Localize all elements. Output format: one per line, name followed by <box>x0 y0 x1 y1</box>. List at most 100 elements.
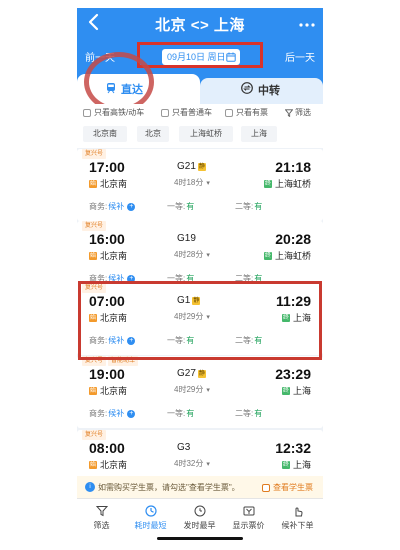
seat-status: 候补 <box>108 202 125 211</box>
duration[interactable]: 4时29分 ▾ <box>174 384 210 395</box>
add-waitlist-icon[interactable]: + <box>127 274 136 283</box>
date-row: 前一天 09月10日 周日 后一天 <box>77 42 323 70</box>
seat-class-label: 一等: <box>167 202 186 211</box>
station-chip[interactable]: 上海虹桥 <box>179 126 233 142</box>
arrival-time: 20:28 <box>275 231 311 247</box>
seat-status: 有 <box>254 409 263 418</box>
duration[interactable]: 4时18分 ▾ <box>174 177 210 188</box>
filter-normal-only-label: 只看普通车 <box>172 108 212 117</box>
bottom-waitlist[interactable]: 候补下单 <box>273 505 322 531</box>
departure-time: 08:00 <box>89 440 125 456</box>
arrival-time: 12:32 <box>275 440 311 456</box>
seat-status: 候补 <box>108 336 125 345</box>
add-waitlist-icon[interactable]: + <box>127 202 136 211</box>
arrival-station: 终上海虹桥 <box>263 177 311 190</box>
train-number: G21 静 <box>177 161 206 172</box>
student-ticket-label: 查看学生票 <box>273 483 313 492</box>
train-badge: 复兴号 <box>82 356 107 366</box>
arrival-station-name: 上海 <box>292 386 311 396</box>
seat-status: 有 <box>254 202 263 211</box>
quiet-car-tag: 静 <box>197 162 206 171</box>
departure-time: 17:00 <box>89 159 125 175</box>
badge-row: 复兴号 智能动车 <box>82 356 140 366</box>
badge-row: 复兴号 <box>82 221 108 231</box>
seat-class-label: 一等: <box>167 409 186 418</box>
filter-button[interactable]: 筛选 <box>285 107 311 118</box>
bottom-shortest[interactable]: 耗时最短 <box>126 505 175 531</box>
duration-label: 4时29分 <box>174 312 204 321</box>
station-chip[interactable]: 北京 <box>137 126 169 142</box>
seat-availability: 商务: 候补 + 一等: 有二等: 有 <box>89 335 313 347</box>
start-station-icon: 始 <box>89 460 97 469</box>
transfer-icon <box>241 82 253 94</box>
student-ticket-checkbox[interactable]: 查看学生票 <box>262 482 313 493</box>
departure-station-name: 北京南 <box>100 386 128 396</box>
departure-time: 07:00 <box>89 293 125 309</box>
prev-day-button[interactable]: 前一天 <box>85 49 115 64</box>
next-day-button[interactable]: 后一天 <box>285 49 315 64</box>
caret-down-icon: ▾ <box>206 251 210 259</box>
duration[interactable]: 4时32分 ▾ <box>174 458 210 469</box>
station-chips: 北京南 北京 上海虹桥 上海 <box>77 122 323 148</box>
seat-class: 二等: 有 <box>235 408 262 419</box>
start-station-icon: 始 <box>89 179 97 188</box>
caret-down-icon: ▾ <box>206 460 210 468</box>
quiet-car-tag: 静 <box>192 296 201 305</box>
checkbox <box>83 108 91 117</box>
caret-down-icon: ▾ <box>206 179 210 187</box>
duration-label: 4时29分 <box>174 385 204 394</box>
calendar-icon <box>226 52 236 62</box>
more-dots-icon <box>299 23 315 27</box>
bottom-price[interactable]: 显示票价 <box>224 505 273 531</box>
departure-station-name: 北京南 <box>100 460 128 470</box>
tab-transfer[interactable]: 中转 <box>200 78 323 104</box>
tab-transfer-label: 中转 <box>258 85 280 97</box>
duration[interactable]: 4时29分 ▾ <box>174 311 210 322</box>
departure-station-name: 北京南 <box>100 179 128 189</box>
station-chip[interactable]: 北京南 <box>83 126 127 142</box>
departure-station: 始北京南 <box>89 249 127 262</box>
add-waitlist-icon[interactable]: + <box>127 336 136 345</box>
arrival-station-name: 上海虹桥 <box>274 251 311 261</box>
route-title[interactable]: 北京 <> 上海 <box>77 14 323 35</box>
filter-has-ticket[interactable]: 只看有票 <box>225 107 268 118</box>
more-button[interactable] <box>299 16 315 27</box>
departure-time: 19:00 <box>89 366 125 382</box>
seat-status: 有 <box>186 409 195 418</box>
badge-row: 复兴号 <box>82 430 108 440</box>
bottom-earliest[interactable]: 发时最早 <box>175 505 224 531</box>
train-card[interactable]: 复兴号 17:00 G21 静 21:18 始北京南 4时18分 ▾ 终上海虹桥 商务: 候补 + 一等… <box>77 149 323 221</box>
arrival-station: 终上海 <box>281 311 311 324</box>
mode-tabs: 直达 中转 <box>77 74 323 104</box>
station-chip[interactable]: 上海 <box>241 126 277 142</box>
departure-station: 始北京南 <box>89 311 127 324</box>
checkbox <box>262 483 270 492</box>
train-card[interactable]: 复兴号 07:00 G1 静 11:29 始北京南 4时29分 ▾ 终上海 商务: 候补 + 一等: 有二… <box>77 283 323 355</box>
tab-direct-label: 直达 <box>121 84 143 96</box>
tab-direct[interactable]: 直达 <box>77 74 200 104</box>
train-card[interactable]: 复兴号 智能动车 19:00 G27 静 23:29 始北京南 4时29分 ▾ 终上海 商务: 候补 +… <box>77 356 323 428</box>
end-station-icon: 终 <box>263 251 272 260</box>
end-station-icon: 终 <box>281 460 290 469</box>
filter-gd-only-label: 只看高铁/动车 <box>94 108 145 117</box>
arrival-time: 21:18 <box>275 159 311 175</box>
nav-bar: 北京 <> 上海 <box>77 8 323 38</box>
seat-class-label: 商务: <box>89 336 108 345</box>
seat-class-label: 一等: <box>167 336 186 345</box>
filter-normal-only[interactable]: 只看普通车 <box>161 107 212 118</box>
add-waitlist-icon[interactable]: + <box>127 409 136 418</box>
date-highlight-box: 09月10日 周日 <box>137 42 263 68</box>
date-picker[interactable]: 09月10日 周日 <box>162 49 240 65</box>
train-number-label: G21 <box>177 161 196 172</box>
seat-class-label: 二等: <box>235 336 254 345</box>
filter-has-ticket-label: 只看有票 <box>236 108 268 117</box>
seat-status: 有 <box>186 336 195 345</box>
filter-gd-only[interactable]: 只看高铁/动车 <box>83 107 144 118</box>
quiet-car-tag: 静 <box>197 369 206 378</box>
duration[interactable]: 4时28分 ▾ <box>174 249 210 260</box>
bottom-filter[interactable]: 筛选 <box>77 505 126 531</box>
train-icon <box>107 83 115 94</box>
train-badge: 复兴号 <box>82 430 107 440</box>
seat-status: 候补 <box>108 409 125 418</box>
train-number: G3 <box>177 442 190 453</box>
